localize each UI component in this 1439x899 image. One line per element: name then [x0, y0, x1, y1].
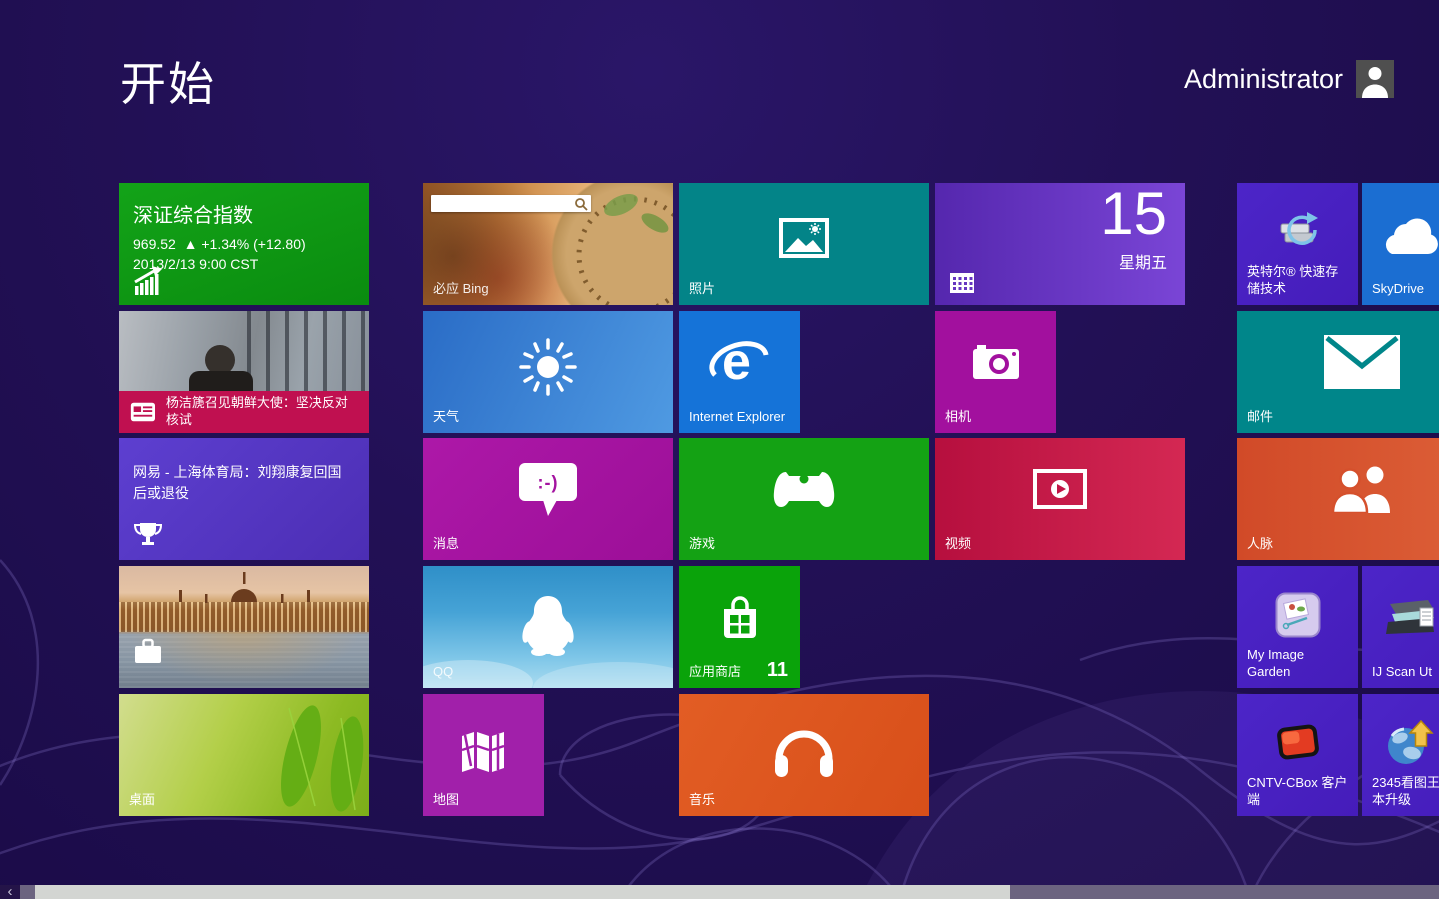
- tile-mail[interactable]: 邮件: [1237, 311, 1439, 433]
- tile-desktop[interactable]: 桌面: [119, 694, 369, 816]
- tile-cntv-cbox[interactable]: CNTV-CBox 客户端: [1237, 694, 1358, 816]
- tile-travel[interactable]: [119, 566, 369, 688]
- game-controller-icon: [771, 466, 837, 512]
- user-name[interactable]: Administrator: [1184, 64, 1343, 95]
- start-screen: 开始 Administrator 深证综合指数 969.52 ▲ +1.34% …: [0, 0, 1439, 899]
- tile-store[interactable]: 应用商店 11: [679, 566, 800, 688]
- tile-label: 视频: [945, 536, 1177, 553]
- user-menu[interactable]: Administrator: [1184, 60, 1394, 98]
- tile-label: My Image Garden: [1247, 647, 1350, 681]
- tile-ij-scan-utility[interactable]: IJ Scan Ut: [1362, 566, 1439, 688]
- tile-label: 天气: [433, 409, 665, 426]
- tile-calendar[interactable]: 15 星期五: [935, 183, 1185, 305]
- emoticon-text: :-): [538, 473, 559, 494]
- hard-drive-sync-icon: [1273, 208, 1323, 256]
- tile-skydrive[interactable]: SkyDrive: [1362, 183, 1439, 305]
- tile-stock-index[interactable]: 深证综合指数 969.52 ▲ +1.34% (+12.80) 2013/2/1…: [119, 183, 369, 305]
- netease-headline: 网易 - 上海体育局：刘翔康复回国后或退役: [133, 462, 355, 504]
- tile-label-line1: 2345看图王: [1372, 775, 1439, 790]
- store-bag-icon: [718, 592, 762, 642]
- tile-weather[interactable]: 天气: [423, 311, 673, 433]
- tile-my-image-garden[interactable]: My Image Garden: [1237, 566, 1358, 688]
- newspaper-icon: [129, 399, 157, 425]
- tile-qq[interactable]: QQ: [423, 566, 673, 688]
- person-icon: [1356, 60, 1394, 98]
- tile-label: 游戏: [689, 536, 921, 553]
- tile-label: QQ: [433, 664, 665, 681]
- camera-icon: [971, 341, 1021, 383]
- trophy-icon: [133, 520, 163, 548]
- bar-chart-up-icon: [133, 265, 165, 295]
- tile-label: SkyDrive: [1372, 281, 1439, 298]
- calendar-icon: [949, 271, 975, 295]
- tile-2345-viewer-update[interactable]: 2345看图王 本升级: [1362, 694, 1439, 816]
- tile-people[interactable]: 人脉: [1237, 438, 1439, 560]
- people-icon: [1330, 465, 1394, 513]
- tile-bing[interactable]: 必应 Bing: [423, 183, 673, 305]
- tile-label: 必应 Bing: [433, 281, 665, 298]
- tile-messaging[interactable]: :-) 消息: [423, 438, 673, 560]
- page-title: 开始: [120, 48, 216, 114]
- stock-price: 969.52: [133, 236, 176, 252]
- suitcase-icon: [133, 638, 163, 665]
- calendar-weekday: 星期五: [1119, 249, 1167, 273]
- tile-label: 地图: [433, 792, 536, 809]
- tile-label: 照片: [689, 281, 921, 298]
- horizontal-scrollbar[interactable]: ‹: [0, 885, 1439, 899]
- tile-intel-rst[interactable]: 英特尔® 快速存储技术: [1237, 183, 1358, 305]
- tile-label: 音乐: [689, 792, 921, 809]
- scroll-left-arrow[interactable]: ‹: [0, 885, 20, 899]
- tile-label: 英特尔® 快速存储技术: [1247, 264, 1350, 298]
- envelope-icon: [1324, 335, 1400, 389]
- bing-search-input[interactable]: [431, 195, 591, 212]
- tile-label: 相机: [945, 409, 1048, 426]
- headphones-icon: [769, 717, 839, 781]
- tile-label: 桌面: [129, 792, 361, 809]
- tile-music[interactable]: 音乐: [679, 694, 929, 816]
- stock-title: 深证综合指数: [133, 199, 359, 228]
- image-garden-icon: [1275, 592, 1321, 638]
- tile-camera[interactable]: 相机: [935, 311, 1056, 433]
- stock-change: ▲ +1.34% (+12.80): [184, 236, 306, 252]
- ie-logo-icon: e: [707, 331, 773, 393]
- tile-games[interactable]: 游戏: [679, 438, 929, 560]
- stock-timestamp: 2013/2/13 9:00 CST: [133, 254, 359, 274]
- tile-label: Internet Explorer: [689, 409, 792, 426]
- globe-update-icon: [1385, 719, 1435, 767]
- tile-photos[interactable]: 照片: [679, 183, 929, 305]
- scanner-icon: [1382, 592, 1438, 638]
- sun-icon: [516, 335, 580, 399]
- tv-icon: [1274, 720, 1322, 766]
- calendar-day: 15: [1100, 183, 1167, 247]
- tile-label: CNTV-CBox 客户端: [1247, 775, 1350, 809]
- search-icon: [574, 197, 588, 211]
- tile-label: IJ Scan Ut: [1372, 664, 1439, 681]
- penguin-icon: [521, 594, 575, 656]
- news-headline: 杨洁篪召见朝鲜大使：坚决反对核试: [166, 395, 359, 429]
- scrollbar-thumb[interactable]: [35, 885, 1010, 899]
- video-player-icon: [1033, 469, 1087, 509]
- tile-label-line2: 本升级: [1372, 792, 1411, 807]
- photo-frame-icon: [777, 216, 831, 262]
- store-update-count: 11: [767, 659, 788, 682]
- tile-label: 邮件: [1247, 409, 1439, 426]
- tile-maps[interactable]: 地图: [423, 694, 544, 816]
- tile-video[interactable]: 视频: [935, 438, 1185, 560]
- tile-netease-news[interactable]: 网易 - 上海体育局：刘翔康复回国后或退役: [119, 438, 369, 560]
- cloud-icon: [1378, 212, 1439, 256]
- map-icon: [458, 728, 510, 772]
- tile-internet-explorer[interactable]: e Internet Explorer: [679, 311, 800, 433]
- tile-label: 消息: [433, 536, 665, 553]
- tile-label: 人脉: [1247, 536, 1439, 553]
- tile-news[interactable]: 杨洁篪召见朝鲜大使：坚决反对核试: [119, 311, 369, 433]
- user-avatar[interactable]: [1356, 60, 1394, 98]
